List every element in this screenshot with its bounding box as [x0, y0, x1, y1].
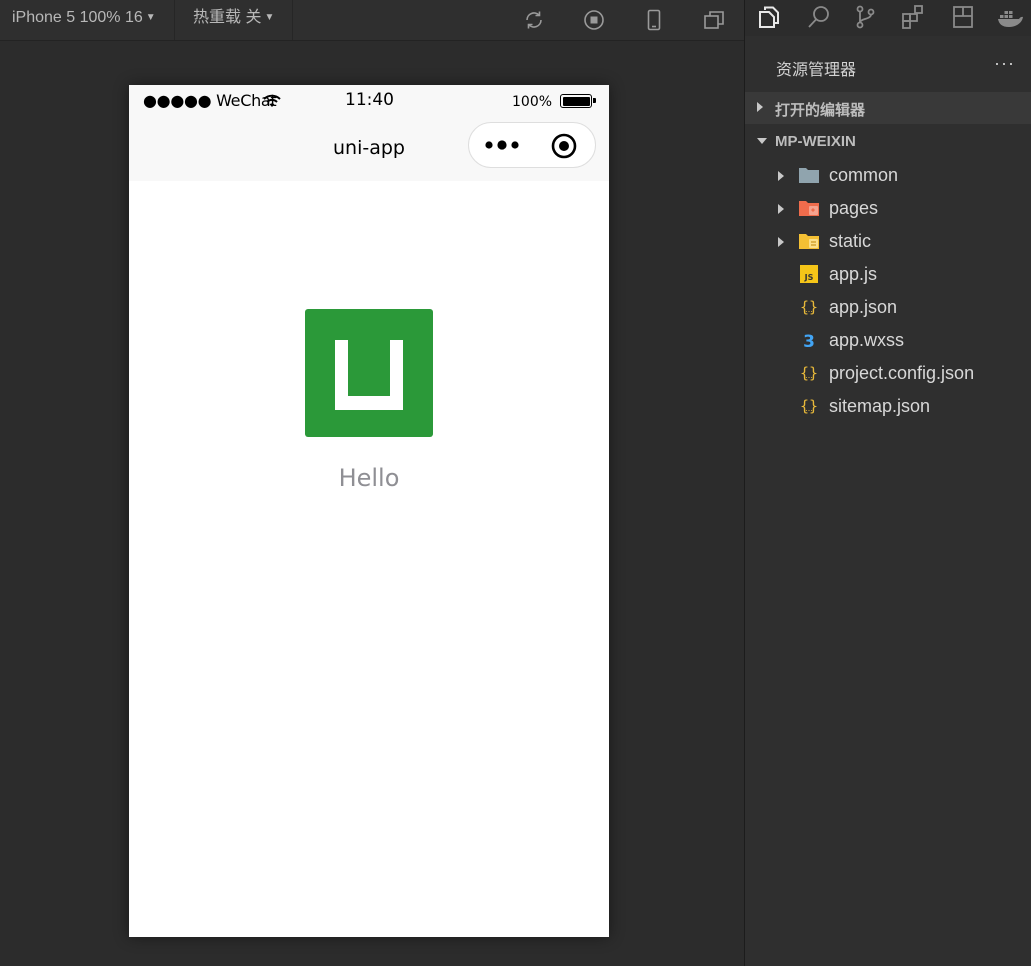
hello-text: Hello [338, 464, 400, 492]
battery-percent: 100% [512, 94, 553, 110]
open-editors-section[interactable]: 打开的编辑器 [745, 92, 1031, 124]
css-file-icon: 3 [803, 332, 815, 350]
project-label: MP-WEIXIN [775, 133, 856, 150]
tree-item-app-js[interactable]: JS app.js [745, 258, 1031, 291]
more-actions-icon[interactable]: ··· [994, 53, 1015, 74]
simulator-toolbar: iPhone 5 100% 16 ▼ 热重载 关 ▼ [0, 0, 744, 41]
svg-text:…: … [805, 404, 813, 413]
hot-reload-toggle[interactable]: 热重载 关 ▼ [193, 0, 274, 40]
tree-item-common[interactable]: common [745, 159, 1031, 192]
js-file-icon: JS [800, 265, 818, 283]
source-control-icon[interactable] [852, 4, 878, 30]
device-selector[interactable]: iPhone 5 100% 16 ▼ [12, 0, 156, 40]
static-folder-icon [799, 234, 819, 249]
explorer-panel: 资源管理器 ··· 打开的编辑器 MP-WEIXIN common pages … [745, 36, 1031, 966]
wifi-icon [263, 94, 281, 107]
chevron-right-icon [778, 171, 784, 181]
pages-folder-icon [799, 201, 819, 216]
phone-preview-icon[interactable] [642, 8, 666, 32]
open-editors-label: 打开的编辑器 [775, 102, 866, 119]
more-menu-icon[interactable] [483, 135, 523, 155]
chevron-right-icon [778, 204, 784, 214]
file-name: common [829, 165, 899, 185]
tree-item-app-wxss[interactable]: 3 app.wxss [745, 324, 1031, 357]
tree-item-pages[interactable]: pages [745, 192, 1031, 225]
chevron-right-icon [757, 102, 763, 112]
hot-reload-label: 热重载 关 [193, 9, 262, 26]
simulator-panel: iPhone 5 100% 16▼ 热重载 关▼ ●●●●● WeChat [0, 0, 744, 966]
battery-icon [560, 94, 596, 108]
json-file-icon: {}… [800, 397, 818, 415]
svg-text:…: … [805, 371, 813, 380]
stop-icon[interactable] [582, 8, 606, 32]
file-name: static [829, 231, 872, 251]
svg-text:3: 3 [803, 332, 815, 350]
clock: 11:40 [345, 90, 394, 110]
toolbar-divider [292, 0, 293, 40]
device-selector-label: iPhone 5 100% 16 [12, 9, 143, 26]
file-name: app.js [829, 264, 878, 284]
file-name: sitemap.json [829, 396, 931, 416]
svg-text:…: … [805, 305, 813, 314]
explorer-icon[interactable] [756, 4, 782, 30]
extensions-icon[interactable] [900, 4, 926, 30]
status-bar: ●●●●● WeChat 11:40 100% [129, 85, 609, 117]
navigation-bar: uni-app [129, 117, 609, 181]
file-name: app.json [829, 297, 898, 317]
phone-simulator: ●●●●● WeChat 11:40 100% uni-app Hello [129, 85, 609, 937]
explorer-title: 资源管理器 [776, 62, 857, 79]
search-icon[interactable] [806, 4, 832, 30]
detach-window-icon[interactable] [702, 8, 726, 32]
carrier-label: ●●●●● WeChat [143, 91, 277, 110]
chevron-down-icon: ▼ [145, 12, 156, 23]
file-name: project.config.json [829, 363, 975, 383]
page-content: Hello [129, 181, 609, 937]
close-capsule-icon[interactable] [551, 133, 577, 159]
svg-text:JS: JS [804, 273, 814, 282]
json-file-icon: {}… [800, 364, 818, 382]
tree-item-project-config-json[interactable]: {}… project.config.json [745, 357, 1031, 390]
layout-icon[interactable] [950, 4, 976, 30]
tree-item-sitemap-json[interactable]: {}… sitemap.json [745, 390, 1031, 423]
docker-icon[interactable] [997, 4, 1023, 30]
chevron-right-icon [778, 237, 784, 247]
file-name: app.wxss [829, 330, 905, 350]
chevron-down-icon [757, 138, 767, 144]
refresh-icon[interactable] [522, 8, 546, 32]
json-file-icon: {}… [800, 298, 818, 316]
file-name: pages [829, 198, 879, 218]
mini-program-capsule [468, 122, 596, 168]
chevron-down-icon: ▼ [264, 12, 275, 23]
project-section[interactable]: MP-WEIXIN [745, 126, 1031, 158]
toolbar-divider [174, 0, 175, 40]
folder-icon [799, 168, 819, 183]
tree-item-static[interactable]: static [745, 225, 1031, 258]
uni-app-logo [305, 309, 433, 437]
activity-bar [745, 0, 1031, 36]
tree-item-app-json[interactable]: {}… app.json [745, 291, 1031, 324]
